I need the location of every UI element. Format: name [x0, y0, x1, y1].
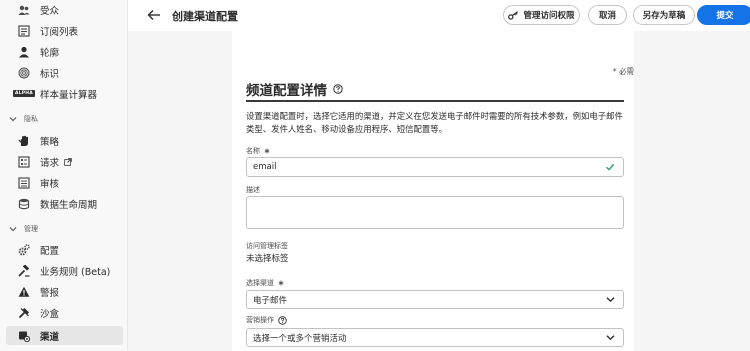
key-icon [508, 10, 519, 20]
sidebar-item-label: 配置 [40, 245, 60, 257]
sandbox-icon [14, 303, 34, 322]
channel-icon [14, 326, 34, 345]
chevron-down-icon [606, 334, 615, 341]
section-label: 管理 [24, 225, 38, 233]
required-asterisk-icon [264, 148, 270, 154]
sidebar-item-profiles[interactable]: 轮廓 [6, 42, 123, 61]
sidebar-item-requests[interactable]: 请求 [6, 152, 123, 171]
sidebar-item-label: 渠道 [40, 331, 60, 343]
external-link-icon [64, 157, 72, 166]
cancel-button[interactable]: 取消 [588, 5, 627, 25]
sidebar-item-label: 沙盒 [40, 308, 60, 320]
sidebar-item-configuration[interactable]: 配置 [6, 240, 123, 259]
marketing-actions-label-text: 营销操作 [246, 316, 274, 324]
sidebar-item-sample-size-calculator[interactable]: ALPHA 样本量计算器 [6, 84, 123, 103]
card-description: 设置渠道配置时，选择它适用的渠道，并定义在您发送电子邮件时需要的所有技术参数，例… [246, 111, 623, 134]
channel-select-value: 电子邮件 [253, 295, 288, 306]
card-title-text: 频道配置详情 [246, 83, 327, 99]
marketing-actions-placeholder: 选择一个或多个营销活动 [253, 333, 347, 344]
audit-icon [14, 173, 34, 192]
channel-select[interactable]: 电子邮件 [246, 290, 624, 309]
sidebar-item-label: 警报 [40, 287, 60, 299]
access-labels-value: 未选择标签 [246, 254, 289, 264]
sidebar-item-label: 轮廓 [40, 47, 60, 59]
required-asterisk-icon [278, 280, 284, 286]
main-content: * 必需 频道配置详情 设置渠道配置时，选择它适用的渠道，并定义在您发送电子邮件… [128, 31, 750, 351]
title-divider [246, 100, 624, 102]
policy-hand-icon [14, 131, 34, 150]
marketing-actions-label: 营销操作 [246, 315, 287, 325]
sidebar-item-sandboxes[interactable]: 沙盒 [6, 303, 123, 322]
name-label: 名称 [246, 146, 270, 156]
page-header: 创建渠道配置 管理访问权限 取消 另存为草稿 提交 [128, 0, 750, 31]
profile-icon [14, 42, 34, 61]
help-icon[interactable] [333, 84, 343, 94]
sidebar-item-audiences[interactable]: 受众 [6, 0, 123, 19]
sidebar-item-label: 样本量计算器 [40, 89, 98, 101]
required-note: * 必需 [612, 67, 634, 76]
section-administration[interactable]: 管理 [8, 222, 38, 236]
sidebar-item-channels[interactable]: 渠道 [6, 326, 123, 345]
sidebar-item-identities[interactable]: 标识 [6, 63, 123, 82]
sidebar: 受众 订阅列表 轮廓 标识 ALPHA 样本量计算器 隐私 策略 请求 审核 数… [0, 0, 128, 351]
audience-icon [14, 0, 34, 19]
chevron-down-icon [606, 296, 615, 303]
sidebar-item-audits[interactable]: 审核 [6, 173, 123, 192]
description-label: 描述 [246, 185, 260, 195]
sidebar-item-business-rules[interactable]: 业务规则 (Beta) [6, 261, 123, 280]
name-field[interactable]: email [246, 157, 624, 177]
name-label-text: 名称 [246, 147, 260, 155]
subscription-list-icon [14, 21, 34, 40]
configuration-icon [14, 240, 34, 259]
alert-icon [14, 282, 34, 301]
help-icon[interactable] [278, 315, 287, 325]
sidebar-item-policies[interactable]: 策略 [6, 131, 123, 150]
description-label-text: 描述 [246, 186, 260, 194]
sidebar-item-alerts[interactable]: 警报 [6, 282, 123, 301]
chevron-down-icon [8, 226, 18, 232]
description-field[interactable] [246, 196, 624, 229]
page-title: 创建渠道配置 [172, 10, 238, 23]
sidebar-item-label: 标识 [40, 68, 60, 80]
business-rules-icon [14, 261, 34, 280]
sidebar-item-label: 数据生命周期 [40, 199, 98, 211]
channel-config-card: * 必需 频道配置详情 设置渠道配置时，选择它适用的渠道，并定义在您发送电子邮件… [232, 31, 634, 351]
sidebar-item-subscription-lists[interactable]: 订阅列表 [6, 21, 123, 40]
save-draft-button[interactable]: 另存为草稿 [633, 5, 695, 25]
manage-access-button[interactable]: 管理访问权限 [503, 5, 580, 25]
alpha-badge: ALPHA [13, 90, 35, 97]
identity-icon [14, 63, 34, 82]
sidebar-item-label: 业务规则 (Beta) [40, 266, 111, 278]
back-arrow-icon[interactable] [146, 7, 162, 23]
access-labels-label-text: 访问管理标签 [246, 242, 288, 250]
sidebar-item-label: 请求 [40, 157, 60, 169]
sidebar-item-data-lifecycle[interactable]: 数据生命周期 [6, 194, 123, 213]
name-field-value: email [253, 162, 277, 172]
request-icon [14, 152, 34, 171]
section-privacy[interactable]: 隐私 [8, 112, 38, 126]
submit-button[interactable]: 提交 [697, 5, 750, 25]
sidebar-item-label: 审核 [40, 178, 60, 190]
data-lifecycle-icon [14, 194, 34, 213]
card-title: 频道配置详情 [246, 79, 343, 99]
manage-access-label: 管理访问权限 [523, 11, 575, 21]
channel-select-label: 选择渠道 [246, 278, 284, 288]
section-label: 隐私 [24, 115, 38, 123]
sidebar-item-label: 订阅列表 [40, 26, 79, 38]
channel-select-label-text: 选择渠道 [246, 279, 274, 287]
sidebar-item-label: 受众 [40, 5, 60, 17]
sidebar-item-label: 策略 [40, 136, 60, 148]
marketing-actions-select[interactable]: 选择一个或多个营销活动 [246, 328, 624, 347]
checkmark-icon [605, 162, 615, 172]
chevron-down-icon [8, 116, 18, 122]
access-labels-label: 访问管理标签 [246, 241, 288, 251]
